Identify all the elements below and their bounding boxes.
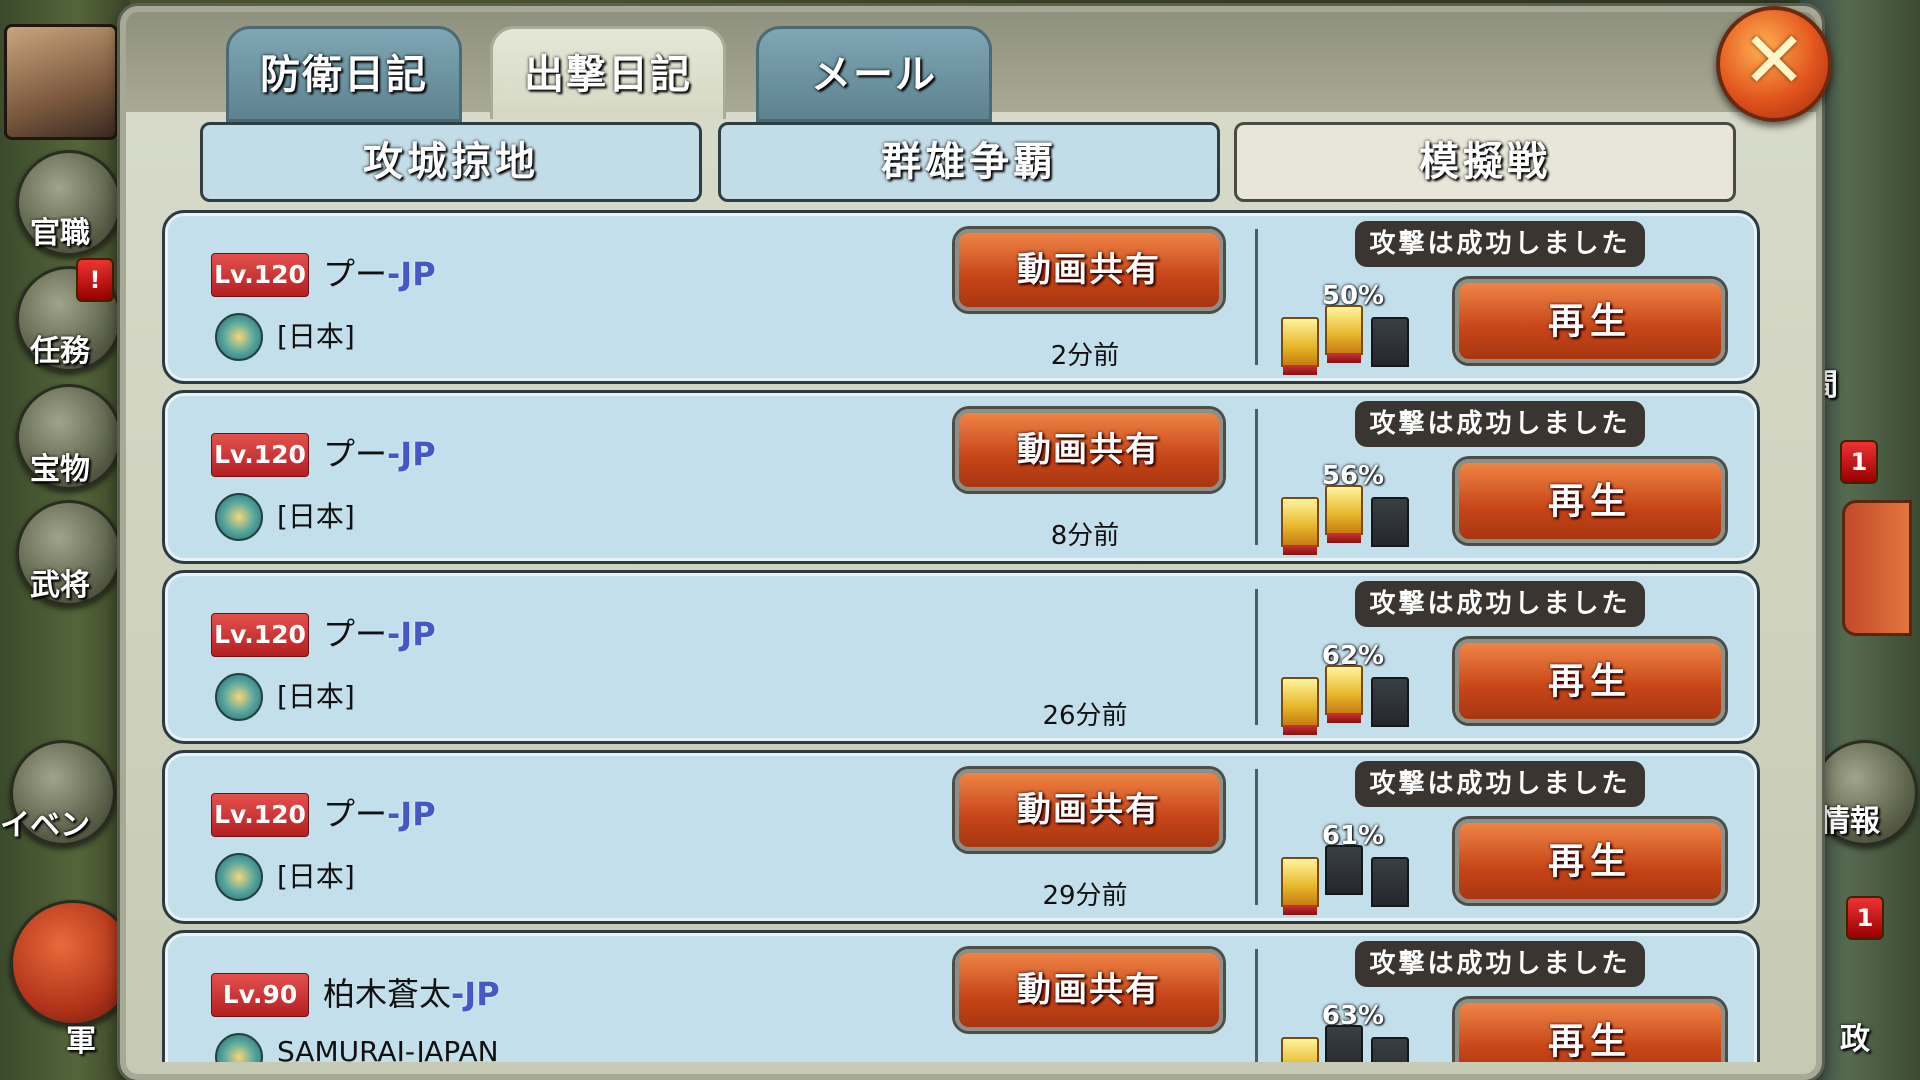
politics-label: 政 — [1840, 1022, 1870, 1057]
gold-banner-icon — [1325, 665, 1363, 723]
dark-banner-icon — [1325, 1025, 1363, 1062]
right-badge-2: 1 — [1846, 896, 1884, 940]
player-name-text: プー — [323, 615, 388, 653]
right-badge-1: 1 — [1840, 440, 1878, 484]
share-video-button[interactable]: 動画共有 — [955, 769, 1223, 851]
player-region-suffix: -JP — [387, 435, 436, 473]
level-badge: Lv.120 — [211, 253, 309, 297]
elapsed-time: 2分前 — [1050, 341, 1120, 371]
battle-log-row: Lv.120 プー-JP [日本] 26分前 攻撃は成功しました 62% 再生 — [162, 570, 1760, 744]
attack-result-label: 攻撃は成功しました — [1355, 221, 1645, 267]
player-name-text: プー — [323, 435, 388, 473]
player-region-suffix: -JP — [387, 255, 436, 293]
player-region-suffix: -JP — [451, 975, 500, 1013]
guild-flag-icon — [215, 493, 263, 541]
battle-log-row: Lv.120 プー-JP [日本] 動画共有 2分前 攻撃は成功しました 50% 再生 — [162, 210, 1760, 384]
gold-banner-icon — [1281, 497, 1319, 555]
battle-log-list[interactable]: Lv.120 プー-JP [日本] 動画共有 2分前 攻撃は成功しました 50% 再生 Lv.1… — [162, 210, 1760, 1062]
gold-banner-icon — [1281, 317, 1319, 375]
replay-button[interactable]: 再生 — [1455, 639, 1725, 723]
attack-result-label: 攻撃は成功しました — [1355, 941, 1645, 987]
player-name-text: プー — [323, 255, 388, 293]
guild-flag-icon — [215, 853, 263, 901]
level-badge: Lv.120 — [211, 433, 309, 477]
mission-alert-badge: ! — [76, 258, 114, 302]
battle-log-row: Lv.120 プー-JP [日本] 動画共有 8分前 攻撃は成功しました 56% 再生 — [162, 390, 1760, 564]
gold-banner-icon — [1281, 677, 1319, 735]
player-name-text: プー — [323, 795, 388, 833]
player-name: プー-JP — [323, 789, 436, 835]
player-name: プー-JP — [323, 429, 436, 475]
event-label: イベン — [0, 808, 90, 843]
dark-banner-icon — [1371, 857, 1409, 907]
gold-banner-icon — [1325, 305, 1363, 363]
share-video-button[interactable]: 動画共有 — [955, 409, 1223, 491]
server-name: [日本] — [277, 860, 355, 893]
treasure-label: 宝物 — [30, 452, 90, 487]
tab-defense-log[interactable]: 防衛日記 — [226, 26, 462, 122]
row-divider — [1255, 589, 1258, 725]
level-badge: Lv.120 — [211, 793, 309, 837]
army-label: 軍 — [66, 1024, 96, 1059]
attack-result-label: 攻撃は成功しました — [1355, 761, 1645, 807]
row-divider — [1255, 409, 1258, 545]
server-name: [日本] — [277, 680, 355, 713]
server-name: [日本] — [277, 500, 355, 533]
tab-attack-log[interactable]: 出撃日記 — [490, 26, 726, 119]
dark-banner-icon — [1371, 1037, 1409, 1062]
battle-log-panel: 防衛日記 出撃日記 メール ✕ 攻城掠地 群雄争覇 模擬戦 Lv.120 プー-J… — [120, 6, 1832, 1080]
share-video-button[interactable]: 動画共有 — [955, 949, 1223, 1031]
gold-banner-icon — [1325, 485, 1363, 543]
right-expand-tab[interactable] — [1842, 500, 1912, 636]
guild-flag-icon — [215, 1033, 263, 1062]
level-badge: Lv.120 — [211, 613, 309, 657]
info-label: 情報 — [1820, 804, 1880, 839]
subtab-hegemony[interactable]: 群雄争覇 — [718, 122, 1220, 202]
close-x-icon: ✕ — [1741, 16, 1807, 106]
attack-result-label: 攻撃は成功しました — [1355, 401, 1645, 447]
row-divider — [1255, 229, 1258, 365]
row-divider — [1255, 949, 1258, 1062]
guild-flag-icon — [215, 313, 263, 361]
replay-button[interactable]: 再生 — [1455, 459, 1725, 543]
close-button[interactable]: ✕ — [1716, 6, 1832, 122]
army-button[interactable] — [10, 900, 136, 1026]
dark-banner-icon — [1371, 497, 1409, 547]
mission-label: 任務 — [30, 334, 90, 369]
player-avatar[interactable] — [4, 24, 118, 140]
general-label: 武将 — [30, 568, 90, 603]
elapsed-time: 29分前 — [1042, 881, 1128, 911]
replay-button[interactable]: 再生 — [1455, 279, 1725, 363]
server-name: [日本] — [277, 320, 355, 353]
replay-button[interactable]: 再生 — [1455, 819, 1725, 903]
tab-mail[interactable]: メール — [756, 26, 992, 122]
player-name-text: 柏木蒼太 — [323, 975, 452, 1013]
battle-log-row: Lv.120 プー-JP [日本] 動画共有 29分前 攻撃は成功しました 61% 再生 — [162, 750, 1760, 924]
level-badge: Lv.90 — [211, 973, 309, 1017]
replay-button[interactable]: 再生 — [1455, 999, 1725, 1062]
elapsed-time: 8分前 — [1050, 521, 1120, 551]
battle-log-row: Lv.90 柏木蒼太-JP SAMURAI-JAPAN 動画共有 攻撃は成功しました 63… — [162, 930, 1760, 1062]
row-divider — [1255, 769, 1258, 905]
official-post-label: 官職 — [30, 216, 90, 251]
subtab-mock-battle[interactable]: 模擬戦 — [1234, 122, 1736, 202]
player-region-suffix: -JP — [387, 795, 436, 833]
player-name: 柏木蒼太-JP — [323, 969, 500, 1015]
player-region-suffix: -JP — [387, 615, 436, 653]
attack-result-label: 攻撃は成功しました — [1355, 581, 1645, 627]
share-video-button[interactable]: 動画共有 — [955, 229, 1223, 311]
elapsed-time: 26分前 — [1042, 701, 1128, 731]
gold-banner-icon — [1281, 1037, 1319, 1062]
player-name: プー-JP — [323, 609, 436, 655]
dark-banner-icon — [1371, 677, 1409, 727]
gold-banner-icon — [1281, 857, 1319, 915]
guild-flag-icon — [215, 673, 263, 721]
dark-banner-icon — [1371, 317, 1409, 367]
dark-banner-icon — [1325, 845, 1363, 895]
player-name: プー-JP — [323, 249, 436, 295]
subtab-siege[interactable]: 攻城掠地 — [200, 122, 702, 202]
server-name: SAMURAI-JAPAN — [277, 1035, 499, 1062]
